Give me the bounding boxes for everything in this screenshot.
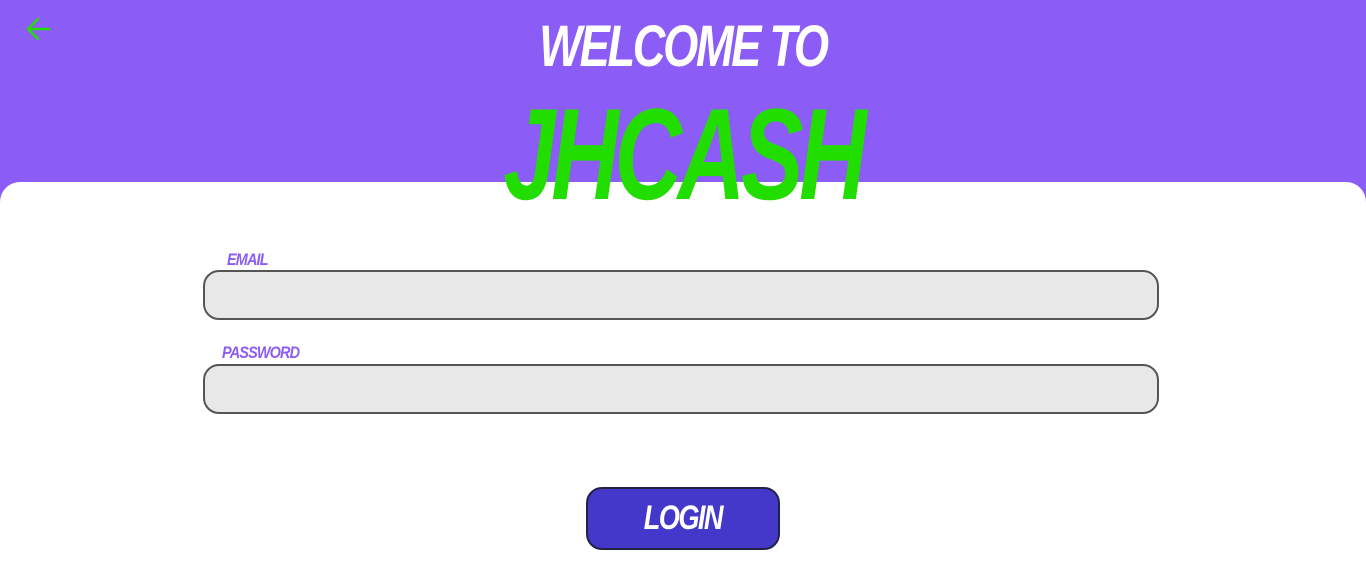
email-field[interactable] bbox=[203, 270, 1159, 320]
brand-title: JHCASH bbox=[503, 81, 867, 227]
back-button[interactable] bbox=[20, 12, 56, 46]
arrow-left-icon bbox=[24, 15, 52, 43]
login-button-label: LOGIN bbox=[643, 499, 724, 537]
welcome-heading: WELCOME TO bbox=[539, 14, 829, 79]
login-button[interactable]: LOGIN bbox=[586, 487, 780, 550]
password-field[interactable] bbox=[203, 364, 1159, 414]
email-label: EMAIL bbox=[227, 250, 269, 269]
password-label: PASSWORD bbox=[222, 343, 300, 362]
login-page: WELCOME TO JHCASH EMAIL PASSWORD LOGIN bbox=[0, 0, 1366, 568]
